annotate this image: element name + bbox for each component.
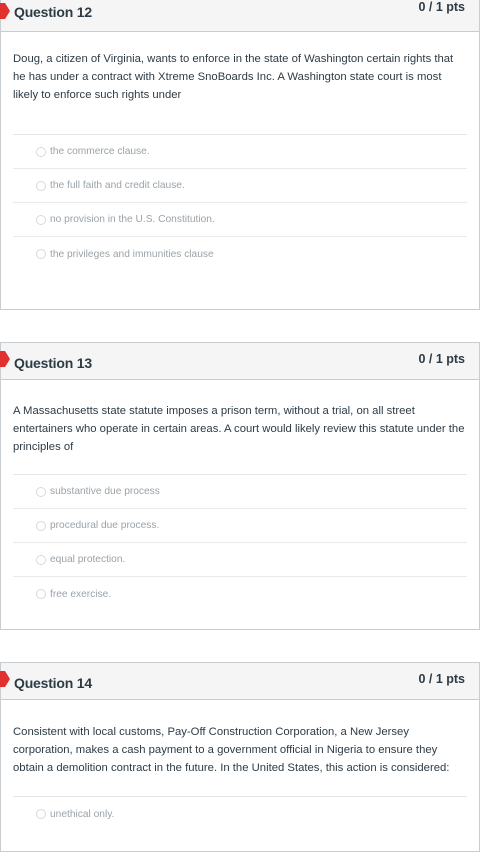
- answer-list: the commerce clause. the full faith and …: [13, 134, 467, 271]
- question-header: Question 14 0 / 1 pts: [0, 663, 479, 700]
- radio-button-icon[interactable]: [36, 809, 46, 819]
- radio-button-icon[interactable]: [36, 589, 46, 599]
- radio-button-icon[interactable]: [36, 554, 46, 565]
- answer-label: substantive due process: [50, 486, 160, 497]
- radio-button-icon[interactable]: [36, 486, 46, 497]
- answer-option[interactable]: no provision in the U.S. Constitution.: [13, 203, 467, 237]
- answer-option[interactable]: substantive due process: [13, 475, 467, 509]
- answer-label: the full faith and credit clause.: [50, 180, 185, 191]
- answer-label: the commerce clause.: [50, 146, 150, 157]
- question-body: Doug, a citizen of Virginia, wants to en…: [1, 32, 479, 271]
- question-text: A Massachusetts state statute imposes a …: [13, 405, 465, 453]
- question-points: 0 / 1 pts: [418, 352, 465, 366]
- question-header: Question 12 0 / 1 pts: [0, 0, 479, 32]
- question-title: Question 12: [14, 4, 92, 20]
- answer-option[interactable]: the full faith and credit clause.: [13, 169, 467, 203]
- radio-button-icon[interactable]: [36, 146, 46, 157]
- answer-label: no provision in the U.S. Constitution.: [50, 214, 215, 225]
- question-points: 0 / 1 pts: [418, 672, 465, 686]
- question-body: A Massachusetts state statute imposes a …: [1, 380, 479, 611]
- question-title: Question 14: [14, 675, 92, 691]
- answer-list: unethical only.: [13, 796, 467, 831]
- incorrect-flag-icon: [0, 3, 10, 19]
- answer-option[interactable]: free exercise.: [13, 577, 467, 611]
- question-text: Consistent with local customs, Pay-Off C…: [13, 726, 450, 774]
- answer-label: the privileges and immunities clause: [50, 248, 214, 260]
- incorrect-flag-icon: [0, 671, 10, 687]
- answer-label: procedural due process.: [50, 520, 160, 531]
- radio-button-icon[interactable]: [36, 180, 46, 191]
- answer-option[interactable]: equal protection.: [13, 543, 467, 577]
- radio-button-icon[interactable]: [36, 249, 46, 259]
- answer-label: equal protection.: [50, 554, 126, 565]
- question-body: Consistent with local customs, Pay-Off C…: [1, 700, 479, 831]
- question-header: Question 13 0 / 1 pts: [0, 343, 479, 380]
- incorrect-flag-icon: [0, 351, 10, 367]
- answer-option[interactable]: procedural due process.: [13, 509, 467, 543]
- question-12: Question 12 0 / 1 pts Doug, a citizen of…: [0, 0, 480, 310]
- answer-option[interactable]: unethical only.: [13, 797, 467, 831]
- question-points: 0 / 1 pts: [418, 0, 465, 14]
- question-title: Question 13: [14, 355, 92, 371]
- radio-button-icon[interactable]: [36, 520, 46, 531]
- question-13: Question 13 0 / 1 pts A Massachusetts st…: [0, 342, 480, 630]
- radio-button-icon[interactable]: [36, 214, 46, 225]
- answer-label: unethical only.: [50, 808, 115, 820]
- answer-option[interactable]: the commerce clause.: [13, 135, 467, 169]
- question-14: Question 14 0 / 1 pts Consistent with lo…: [0, 662, 480, 852]
- answer-option[interactable]: the privileges and immunities clause: [13, 237, 467, 271]
- answer-list: substantive due process procedural due p…: [13, 474, 467, 611]
- question-text: Doug, a citizen of Virginia, wants to en…: [13, 53, 454, 101]
- answer-label: free exercise.: [50, 588, 112, 600]
